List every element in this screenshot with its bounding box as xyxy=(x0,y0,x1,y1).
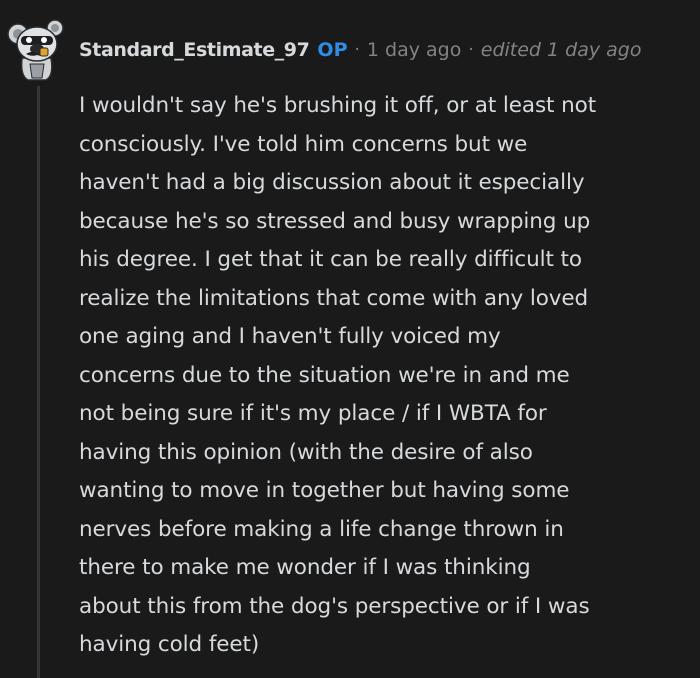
comment-meta: Standard_Estimate_97 OP · 1 day ago · ed… xyxy=(79,36,641,64)
comment-text-line: haven't had a big discussion about it es… xyxy=(79,170,585,195)
comment-text-line: because he's so stressed and busy wrappi… xyxy=(79,208,591,234)
separator-dot: · xyxy=(354,40,360,60)
comment: Standard_Estimate_97 OP · 1 day ago · ed… xyxy=(0,0,700,678)
comment-text-line: I wouldn't say he's brushing it off, or … xyxy=(79,93,597,118)
author-link[interactable]: Standard_Estimate_97 xyxy=(79,39,310,61)
avatar[interactable] xyxy=(6,8,66,82)
comment-text-line: not being sure if it's my place / if I W… xyxy=(79,401,547,426)
op-badge: OP xyxy=(317,39,348,61)
comment-text-line: nerves before making a life change throw… xyxy=(79,516,564,542)
edited-label: edited 1 day ago xyxy=(480,39,642,61)
comment-text-line: concerns due to the situation we're in a… xyxy=(79,362,570,388)
separator-dot: · xyxy=(468,40,474,60)
comment-text-line: consciously. I've told him concerns but … xyxy=(79,131,528,157)
comment-text-line: having cold feet) xyxy=(79,632,260,657)
comment-text-line: his degree. I get that it can be really … xyxy=(79,247,582,272)
comment-text-line: there to make me wonder if I was thinkin… xyxy=(79,555,531,580)
comment-body: I wouldn't say he's brushing it off, or … xyxy=(79,87,697,665)
comment-text-line: realize the limitations that come with a… xyxy=(79,285,589,311)
comment-text-line: one aging and I haven't fully voiced my xyxy=(79,324,501,349)
snoo-avatar-icon xyxy=(7,19,64,81)
thread-line[interactable] xyxy=(37,86,40,678)
comment-text-line: having this opinion (with the desire of … xyxy=(79,439,533,465)
comment-text-line: wanting to move in together but having s… xyxy=(79,478,570,503)
comment-text-line: about this from the dog's perspective or… xyxy=(79,593,590,619)
timestamp-link[interactable]: 1 day ago xyxy=(367,39,461,61)
